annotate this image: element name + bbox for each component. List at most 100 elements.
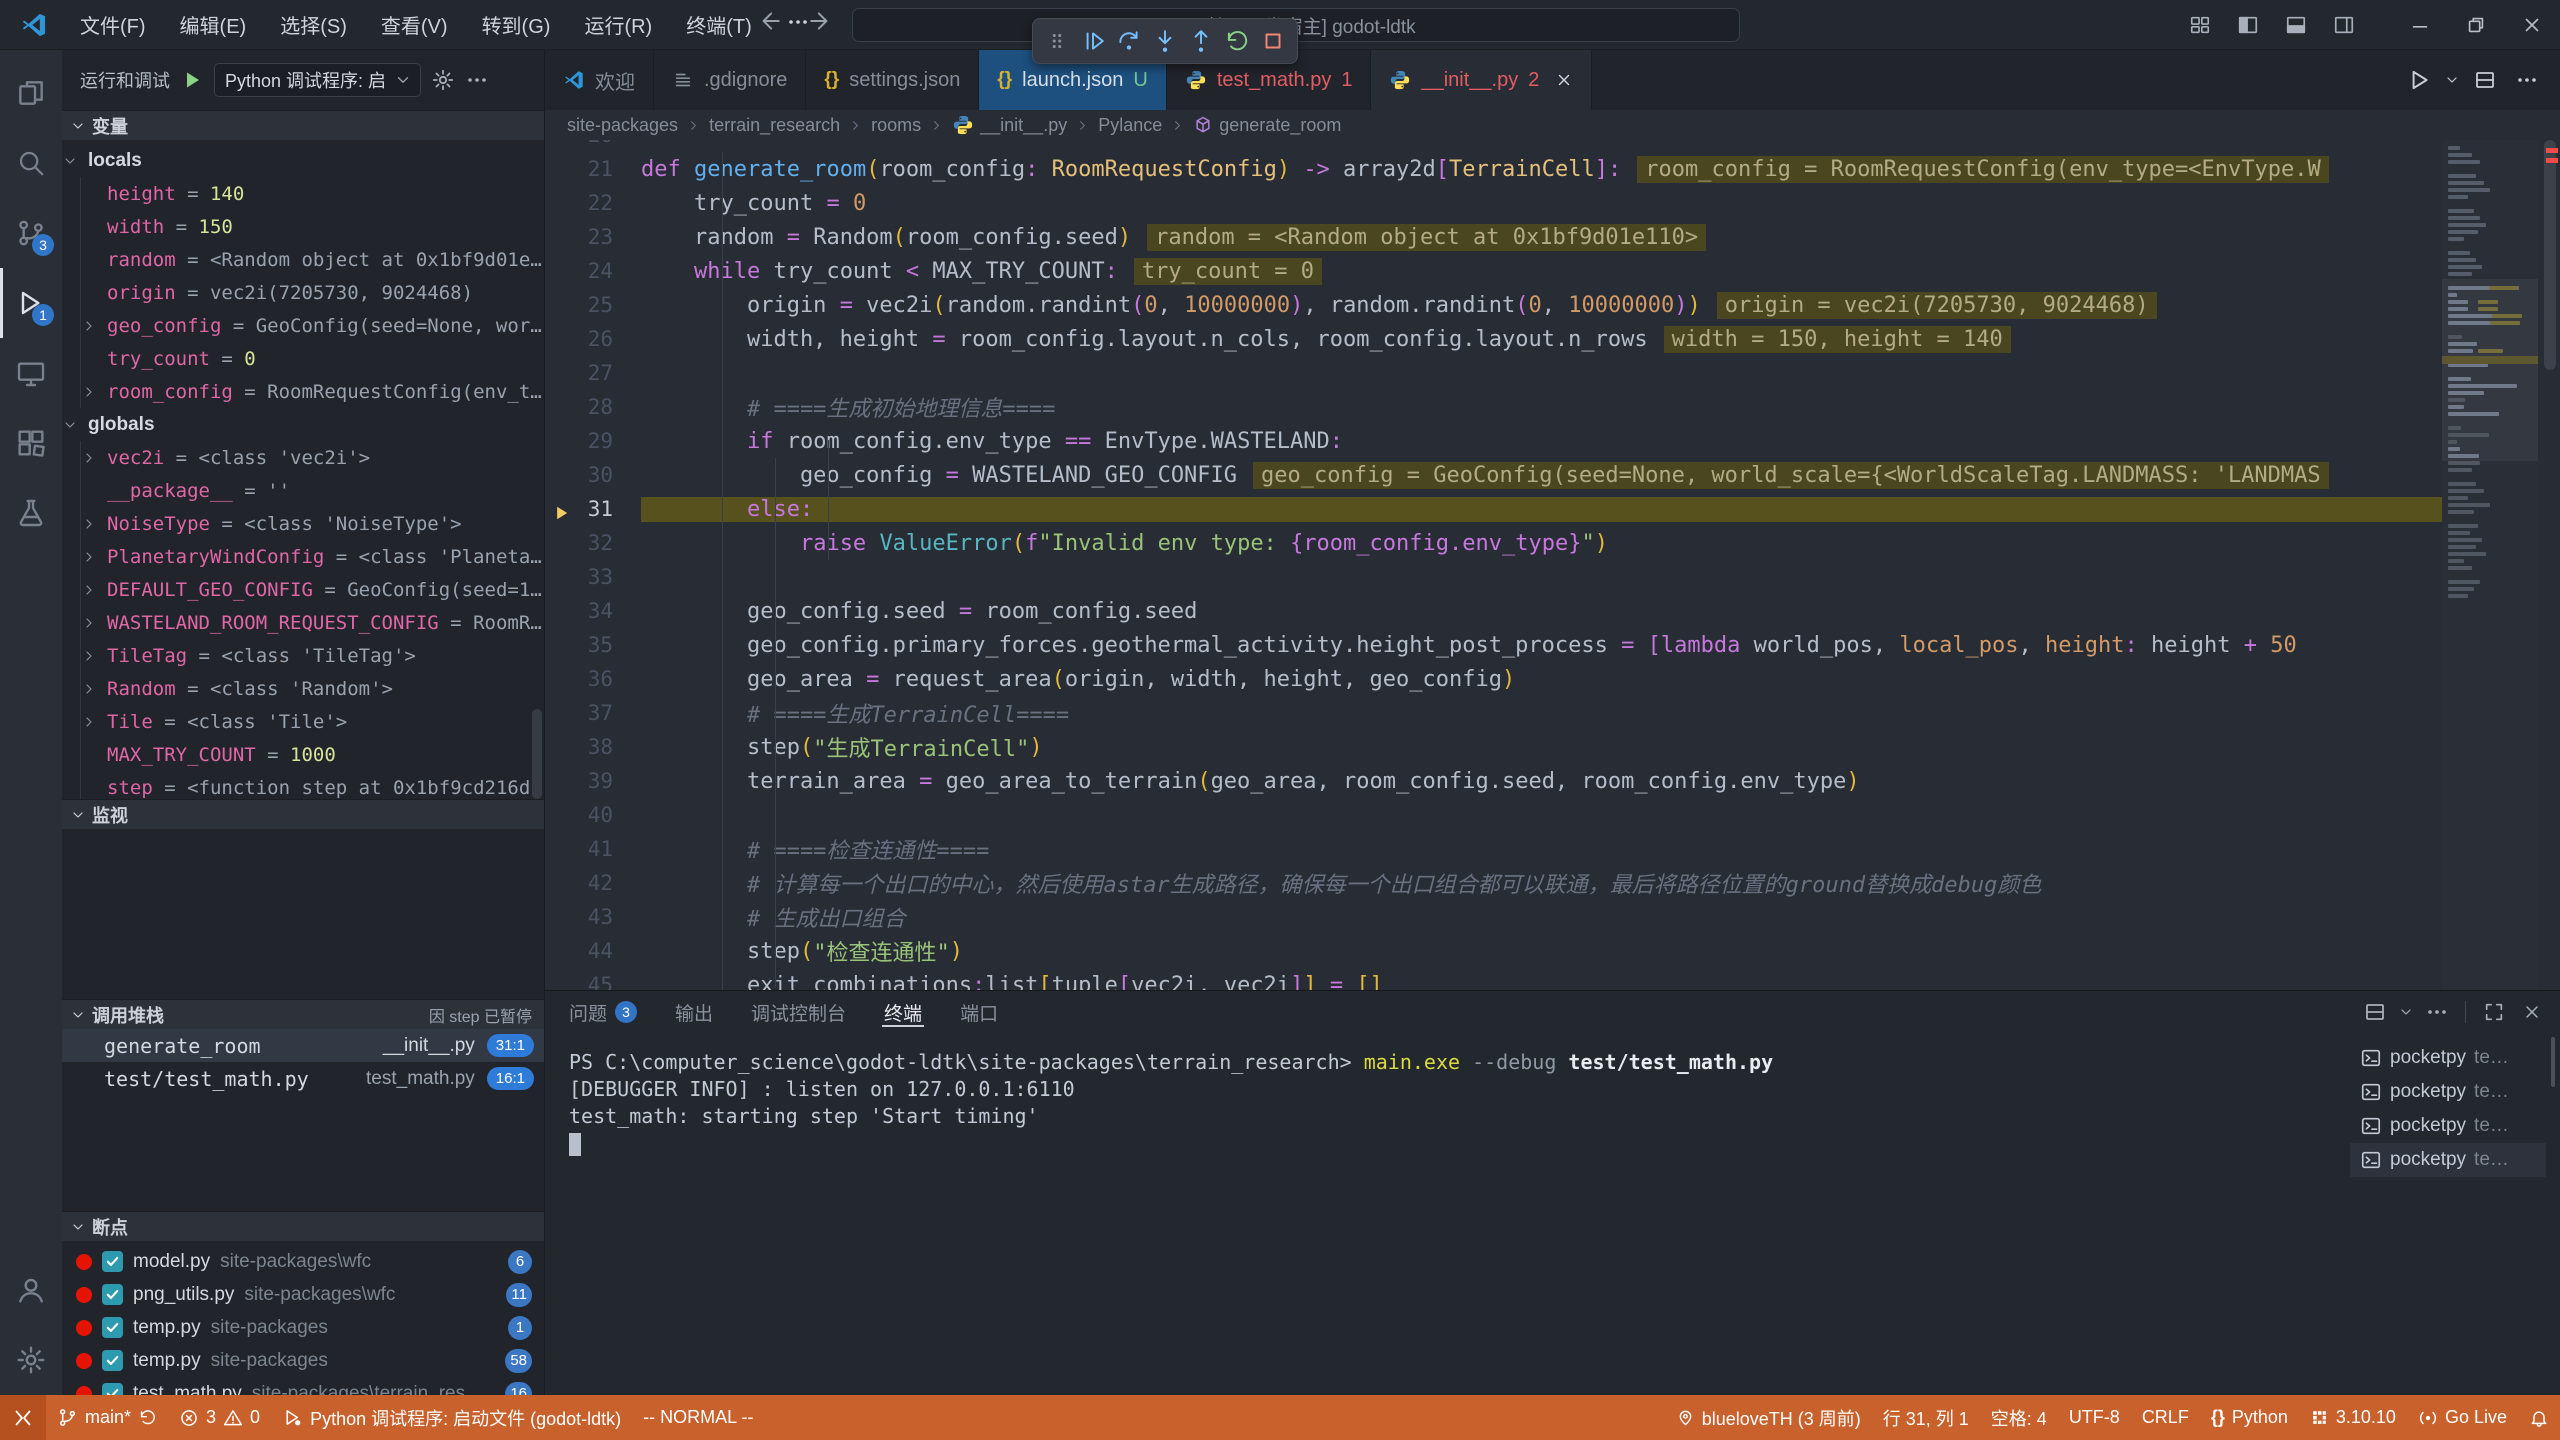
tab-__init__.py[interactable]: __init__.py2 [1371,50,1592,110]
line-number[interactable]: 28 [545,395,641,419]
line-number[interactable]: 29 [545,429,641,453]
activity-explorer[interactable] [0,58,62,128]
debug-config-dropdown[interactable]: Python 调试程序: 启 [214,63,421,97]
code-line-29[interactable]: 29 if room_config.env_type == EnvType.WA… [545,424,2442,458]
terminal-output[interactable]: PS C:\computer_science\godot-ldtk\site-p… [545,1033,2350,1395]
code-line-37[interactable]: 37 # ====生成TerrainCell==== [545,696,2442,730]
watch-content[interactable] [62,829,544,999]
line-number[interactable]: 25 [545,293,641,317]
variable-row[interactable]: Tile = <class 'Tile'> [80,705,544,738]
minimap[interactable] [2442,140,2538,990]
terminal-instance[interactable]: pocketpyte… [2350,1143,2546,1177]
line-number[interactable]: 41 [545,837,641,861]
variables-group-globals[interactable]: globals [62,408,544,441]
variables-tree[interactable]: localsheight = 140width = 150random = <R… [62,140,544,799]
customize-layout-icon[interactable] [2176,0,2224,50]
breadcrumb-item[interactable]: rooms [871,115,921,136]
chevron-down-icon[interactable] [2395,995,2417,1029]
toggle-secondary-sidebar-icon[interactable] [2320,0,2368,50]
code-line-44[interactable]: 44 step("检查连通性") [545,934,2442,968]
status-interpreter[interactable]: 3.10.10 [2299,1407,2407,1428]
code-line-38[interactable]: 38 step("生成TerrainCell") [545,730,2442,764]
run-python-file-button[interactable] [2400,61,2438,99]
variable-row[interactable]: width = 150 [80,210,544,243]
line-number[interactable]: 24 [545,259,641,283]
code-line-33[interactable]: 33 [545,560,2442,594]
start-debug-icon[interactable] [180,68,204,92]
status-go-live[interactable]: Go Live [2407,1407,2518,1428]
variable-row[interactable]: random = <Random object at 0x1bf9d01e… [80,243,544,276]
variables-section-header[interactable]: 变量 [62,110,544,140]
activity-source-control[interactable]: 3 [0,198,62,268]
breakpoint-checkbox[interactable] [102,1284,123,1305]
minimize-button[interactable] [2392,0,2448,50]
variable-row[interactable]: WASTELAND_ROOM_REQUEST_CONFIG = RoomR… [80,606,544,639]
line-number[interactable]: 42 [545,871,641,895]
code-line-20[interactable]: 20 [545,140,2442,152]
line-number[interactable]: 20 [545,140,641,147]
breakpoint-row[interactable]: temp.pysite-packages58 [62,1344,544,1377]
breadcrumb-item[interactable]: __init__.py [952,114,1067,136]
breakpoint-row[interactable]: model.pysite-packages\wfc6 [62,1245,544,1278]
code-line-24[interactable]: 24 while try_count < MAX_TRY_COUNT:try_c… [545,254,2442,288]
variable-row[interactable]: room_config = RoomRequestConfig(env_t… [80,375,544,408]
activity-extensions[interactable] [0,408,62,478]
breakpoint-row[interactable]: test_math.pysite-packages\terrain_res…16 [62,1377,544,1395]
status-cursor-position[interactable]: 行 31, 列 1 [1872,1405,1980,1431]
code-line-21[interactable]: 21def generate_room(room_config: RoomReq… [545,152,2442,186]
variable-row[interactable]: DEFAULT_GEO_CONFIG = GeoConfig(seed=1… [80,573,544,606]
status-vim-mode[interactable]: -- NORMAL -- [632,1407,764,1428]
status-language-mode[interactable]: {}Python [2200,1407,2299,1428]
editor-scrollbar[interactable] [2538,140,2560,990]
line-number[interactable]: 40 [545,803,641,827]
breakpoint-row[interactable]: temp.pysite-packages1 [62,1311,544,1344]
editor-more-icon[interactable] [2508,61,2546,99]
line-number[interactable]: 35 [545,633,641,657]
breakpoint-checkbox[interactable] [102,1251,123,1272]
variable-row[interactable]: NoiseType = <class 'NoiseType'> [80,507,544,540]
line-number[interactable]: 37 [545,701,641,725]
maximize-panel-icon[interactable] [2476,995,2512,1029]
toggle-panel-icon[interactable] [2272,0,2320,50]
chevron-down-icon[interactable] [2442,61,2462,99]
breadcrumb-item[interactable]: site-packages [567,115,678,136]
remote-indicator[interactable] [0,1395,46,1440]
line-number[interactable]: 38 [545,735,641,759]
variable-row[interactable]: geo_config = GeoConfig(seed=None, wor… [80,309,544,342]
panel-tab-问题[interactable]: 问题3 [567,991,639,1033]
variable-row[interactable]: TileTag = <class 'TileTag'> [80,639,544,672]
breadcrumb-item[interactable]: generate_room [1193,115,1341,136]
toggle-sidebar-icon[interactable] [2224,0,2272,50]
code-line-23[interactable]: 23 random = Random(room_config.seed)rand… [545,220,2442,254]
breakpoint-checkbox[interactable] [102,1383,123,1395]
code-line-42[interactable]: 42 # 计算每一个出口的中心，然后使用astar生成路径，确保每一个出口组合都… [545,866,2442,900]
line-number[interactable]: 36 [545,667,641,691]
continue-button[interactable] [1077,24,1109,58]
breadcrumb-item[interactable]: terrain_research [709,115,840,136]
panel-tab-终端[interactable]: 终端 [882,991,924,1033]
line-number[interactable]: 27 [545,361,641,385]
menu-文件(F)[interactable]: 文件(F) [66,4,160,45]
code-line-26[interactable]: 26 width, height = room_config.layout.n_… [545,322,2442,356]
variable-row[interactable]: origin = vec2i(7205730, 9024468) [80,276,544,309]
activity-run-and-debug[interactable]: 1 [0,268,62,338]
watch-section-header[interactable]: 监视 [62,799,544,829]
code-line-41[interactable]: 41 # ====检查连通性==== [545,832,2442,866]
line-number[interactable]: 45 [545,973,641,990]
breadcrumb[interactable]: site-packages terrain_research rooms __init… [545,110,2560,140]
terminal-split-icon[interactable] [2357,995,2393,1029]
stop-button[interactable] [1257,24,1289,58]
line-number[interactable]: 34 [545,599,641,623]
line-number[interactable]: 31 [545,497,641,521]
scrollbar[interactable] [532,709,542,799]
breakpoint-checkbox[interactable] [102,1317,123,1338]
close-tab-icon[interactable] [1555,71,1573,89]
terminal-instance[interactable]: pocketpyte… [2350,1041,2546,1075]
status-indentation[interactable]: 空格: 4 [1980,1405,2058,1431]
tab-.gdignore[interactable]: .gdignore [654,50,806,110]
status-encoding[interactable]: UTF-8 [2058,1407,2131,1428]
callstack-section-header[interactable]: 调用堆栈 因 step 已暂停 [62,999,544,1029]
close-window-button[interactable] [2504,0,2560,50]
split-editor-icon[interactable] [2466,61,2504,99]
breakpoint-checkbox[interactable] [102,1350,123,1371]
